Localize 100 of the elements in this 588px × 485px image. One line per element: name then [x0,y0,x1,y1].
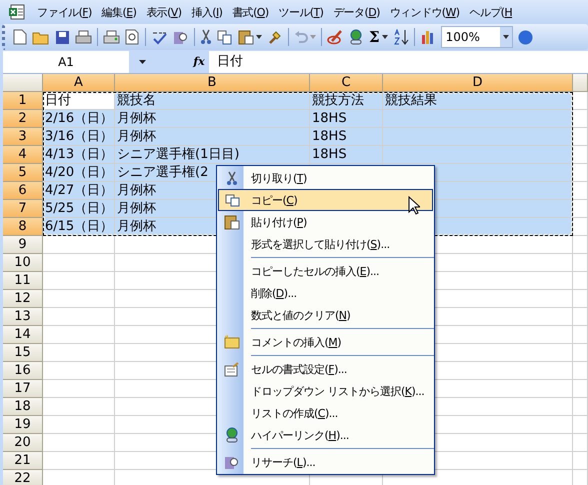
table-cell [573,434,588,452]
row-header[interactable]: 19 [3,416,43,434]
row-header[interactable]: 16 [3,362,43,380]
table-cell [573,110,588,128]
table-cell [573,236,588,254]
table-cell [573,290,588,308]
table-cell: 5/25（日） [43,200,115,218]
context-menu-item[interactable]: コメントの挿入(M) [218,331,433,353]
row-header[interactable]: 14 [3,326,43,344]
table-cell [573,164,588,182]
dropdown-arrow-icon[interactable] [256,35,262,39]
printer-icon[interactable] [75,30,92,44]
table-cell [573,272,588,290]
table-cell: 18HS [310,128,383,146]
table-cell [573,92,588,110]
column-header[interactable]: A [43,74,115,92]
menu-item[interactable]: ヘルプ(H [464,4,518,20]
dropdown-arrow-icon[interactable] [382,35,388,39]
row-header[interactable]: 6 [3,182,43,200]
table-cell [573,146,588,164]
row-header[interactable]: 9 [3,236,43,254]
table-cell [43,290,115,308]
row-header[interactable]: 7 [3,200,43,218]
bar-chart-icon[interactable] [420,29,436,45]
context-menu-item[interactable]: ハイパーリンク(H)... [218,424,433,446]
row-header[interactable]: 8 [3,218,43,236]
table-cell [573,308,588,326]
spreadsheet-icon [8,4,26,20]
row-header[interactable]: 21 [3,452,43,470]
menu-item[interactable]: ツール(T) [274,4,328,20]
row-header[interactable]: 17 [3,380,43,398]
context-menu-item[interactable]: リサーチ(L)... [218,451,433,473]
printer-icon[interactable] [103,30,120,44]
pen-icon[interactable] [327,29,343,45]
paste-icon [224,214,240,230]
table-cell [43,452,115,470]
menu-item[interactable]: 挿入(I) [186,4,228,20]
table-cell: 18HS [310,110,383,128]
table-cell [573,254,588,272]
row-header[interactable]: 11 [3,272,43,290]
table-cell [43,434,115,452]
print-preview-icon[interactable] [125,29,140,45]
table-cell [573,200,588,218]
column-header[interactable]: C [310,74,383,92]
menu-item[interactable]: 表示(V) [141,4,186,20]
menu-item[interactable]: ファイル(F) [32,4,97,20]
row-header[interactable]: 4 [3,146,43,164]
dropdown-arrow-icon [502,35,509,39]
table-cell [573,380,588,398]
row-header[interactable]: 18 [3,398,43,416]
row-header[interactable]: 3 [3,128,43,146]
table-cell [573,218,588,236]
new-document-icon[interactable] [13,29,27,45]
function-button[interactable]: fx [189,51,209,73]
context-menu-item[interactable]: コピーしたセルの挿入(E)... [218,260,433,282]
zoom-dropdown[interactable]: 100% [440,26,513,48]
context-menu-item[interactable]: 数式と値のクリア(N) [218,304,433,326]
sort-ascending-icon[interactable] [392,29,409,45]
context-menu-item[interactable]: 形式を選択して貼り付け(S)... [218,233,433,255]
row-header[interactable]: 20 [3,434,43,452]
row-header[interactable]: 5 [3,164,43,182]
globe-link-icon[interactable] [348,29,364,45]
row-header[interactable]: 15 [3,344,43,362]
row-header[interactable]: 22 [3,470,43,485]
menu-item[interactable]: 書式(O) [227,4,274,20]
row-header[interactable]: 12 [3,290,43,308]
save-icon[interactable] [55,30,70,44]
table-cell: 競技方法 [310,92,383,110]
menu-item[interactable]: 編集(E) [96,4,142,20]
table-cell: 18HS [310,146,383,164]
context-menu-item[interactable]: セルの書式設定(F)... [218,358,433,380]
column-header[interactable]: B [115,74,310,92]
table-cell [573,326,588,344]
brush-icon[interactable] [267,29,283,45]
research-icon[interactable] [173,29,189,45]
row-header[interactable]: 2 [3,110,43,128]
context-menu-item[interactable]: ドロップダウン リストから選択(K)... [218,380,433,402]
table-cell [43,398,115,416]
cut-icon[interactable] [200,29,212,45]
menu-item[interactable]: ウィンドウ(W) [384,4,464,20]
copy-icon [224,194,240,206]
format-cells-icon [224,362,240,376]
open-folder-icon[interactable] [32,30,50,44]
row-header[interactable]: 13 [3,308,43,326]
context-menu-item[interactable]: コピー(C) [218,189,433,211]
table-cell: 競技結果 [383,92,573,110]
table-cell [43,308,115,326]
context-menu-item[interactable]: 削除(D)... [218,282,433,304]
row-header[interactable]: 1 [3,92,43,110]
menu-item[interactable]: データ(D) [328,4,385,20]
paste-icon[interactable] [238,29,254,45]
row-header[interactable]: 10 [3,254,43,272]
autosum-button[interactable]: Σ [369,28,380,46]
table-cell: 4/13（日） [43,146,115,164]
copy-icon[interactable] [217,30,233,44]
context-menu-item[interactable]: リストの作成(C)... [218,402,433,424]
table-cell [43,380,115,398]
column-header[interactable]: D [383,74,573,92]
globe-link-icon [224,427,240,443]
formula-field[interactable]: 日付 [209,51,588,73]
